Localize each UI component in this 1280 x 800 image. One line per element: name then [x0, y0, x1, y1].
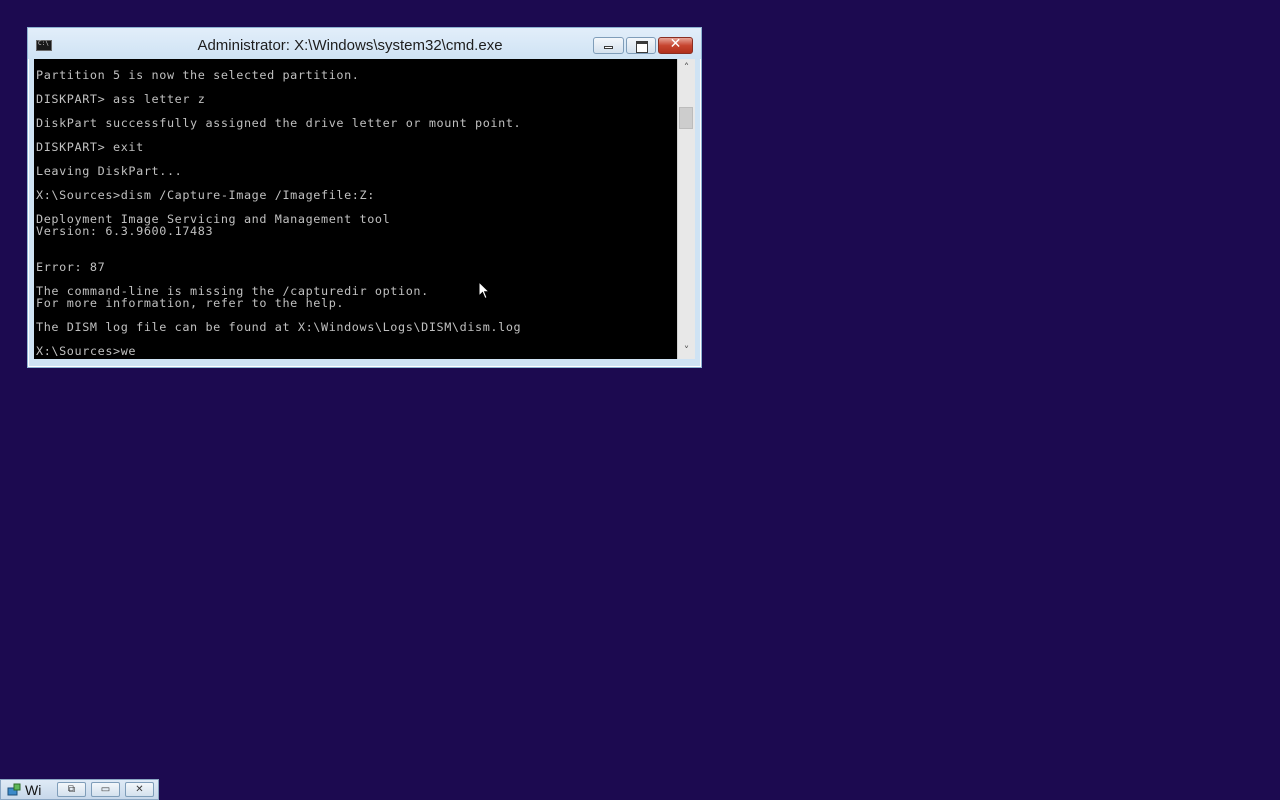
mouse-cursor-icon [478, 281, 490, 300]
close-icon: ✕ [669, 36, 682, 52]
vertical-scrollbar[interactable]: ˄ ˅ [677, 59, 695, 359]
scroll-thumb[interactable] [679, 107, 693, 129]
scroll-up-arrow-icon[interactable]: ˄ [678, 59, 695, 76]
console-text: Partition 5 is now the selected partitio… [36, 68, 522, 358]
taskbar-item-label: Wi [25, 782, 42, 798]
maximize-icon [636, 41, 648, 53]
taskbar-maximize-button[interactable]: ▭ [91, 782, 120, 797]
restore-icon: ⧉ [67, 784, 76, 795]
title-bar[interactable]: Administrator: X:\Windows\system32\cmd.e… [28, 28, 701, 59]
close-icon: ✕ [135, 784, 144, 795]
minimize-icon [604, 46, 613, 49]
maximize-button[interactable] [626, 37, 656, 54]
close-button[interactable]: ✕ [658, 36, 693, 54]
setup-app-icon [7, 783, 21, 796]
taskbar-close-button[interactable]: ✕ [125, 782, 154, 797]
cmd-window[interactable]: Administrator: X:\Windows\system32\cmd.e… [27, 27, 702, 368]
window-title: Administrator: X:\Windows\system32\cmd.e… [197, 37, 503, 54]
maximize-icon: ▭ [100, 784, 111, 795]
taskbar-window-button[interactable]: Wi ⧉ ▭ ✕ [0, 779, 159, 800]
scroll-down-arrow-icon[interactable]: ˅ [678, 342, 695, 359]
minimize-button[interactable] [593, 37, 624, 54]
taskbar-restore-button[interactable]: ⧉ [57, 782, 86, 797]
console-output[interactable]: Partition 5 is now the selected partitio… [34, 59, 677, 359]
desktop: Administrator: X:\Windows\system32\cmd.e… [0, 0, 1280, 800]
